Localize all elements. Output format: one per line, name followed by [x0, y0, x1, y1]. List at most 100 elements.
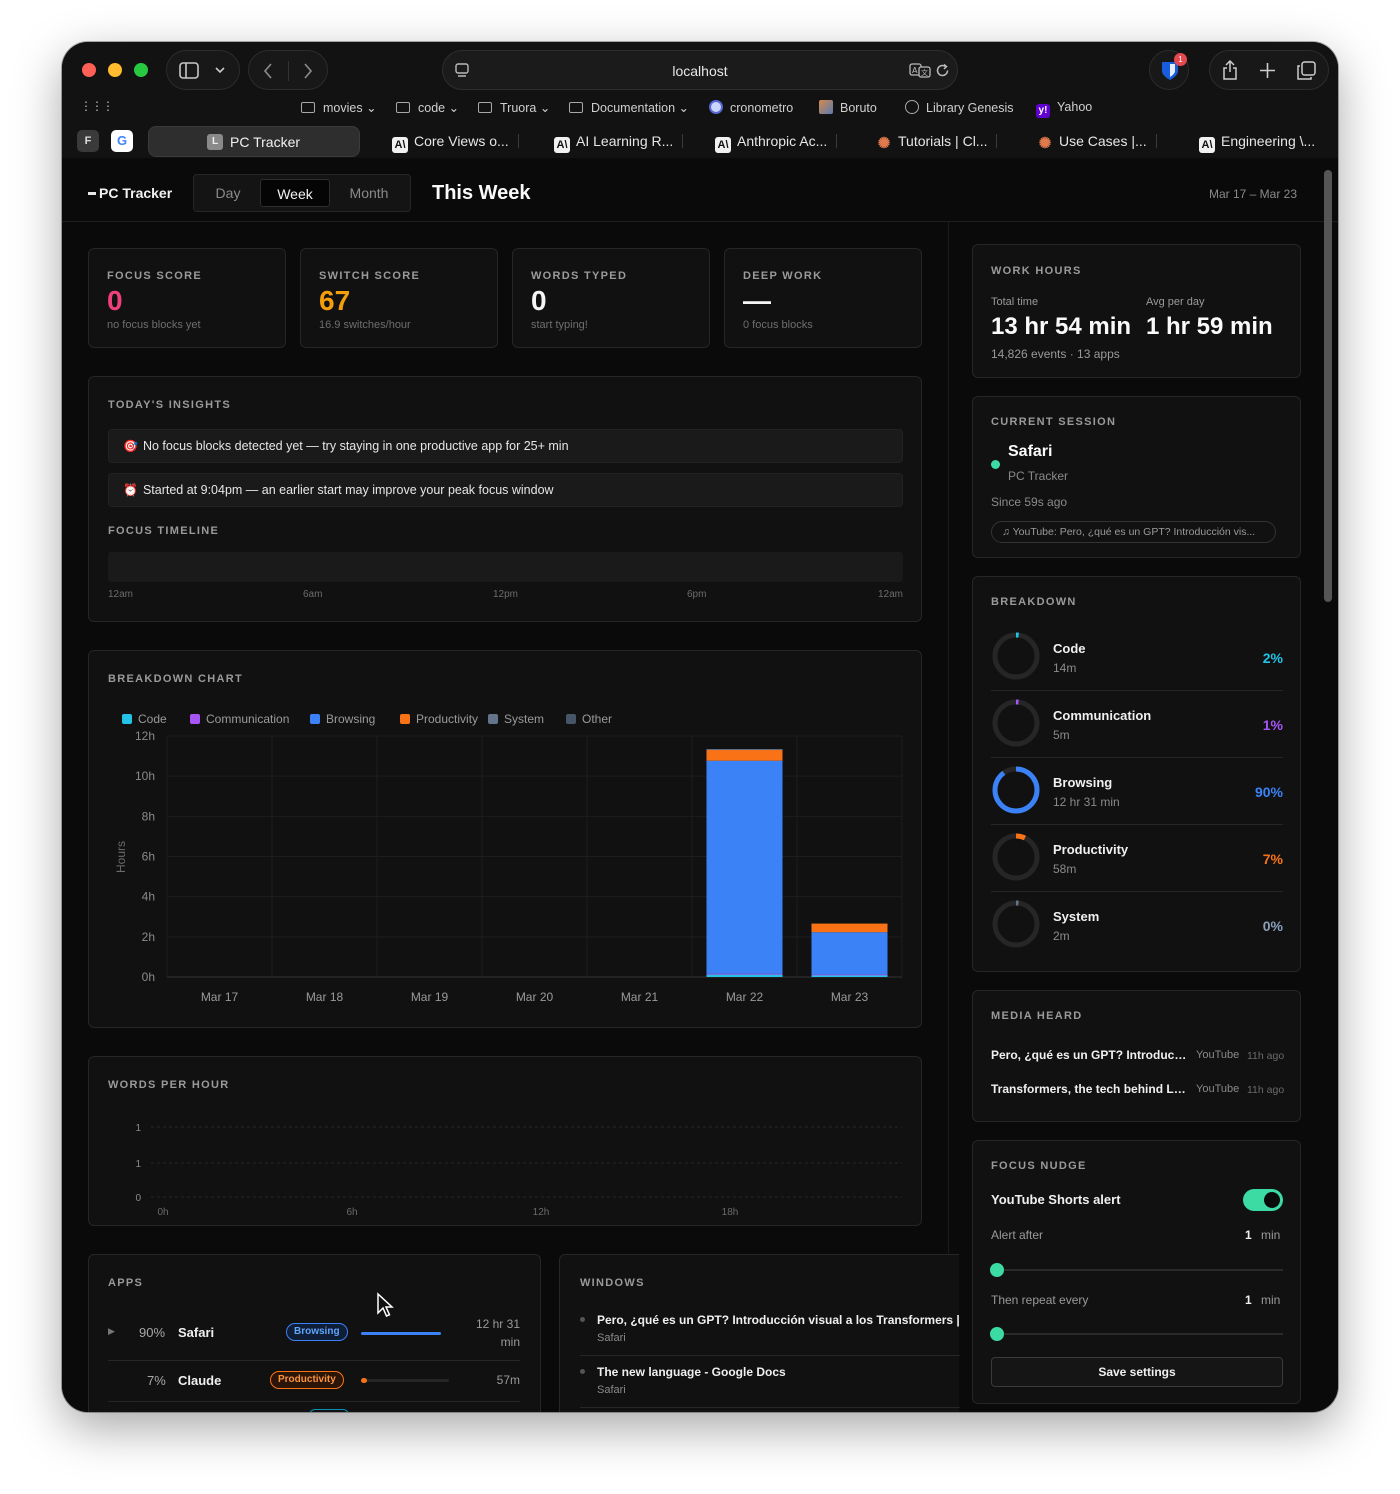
chevron-down-icon[interactable] [215, 66, 225, 74]
x-tick-label: Mar 20 [516, 990, 554, 1004]
bookmark-documentation[interactable]: Documentation ⌄ [569, 100, 689, 115]
timeline-tick: 6am [303, 589, 323, 600]
bar-segment-productivity [811, 923, 888, 933]
window-row[interactable]: The new language - Google Docs Safari [580, 1365, 960, 1405]
tab-use-cases[interactable]: ✺ Use Cases |... [1037, 126, 1157, 156]
window-app: Safari [597, 1332, 626, 1344]
window-app: Safari [597, 1384, 626, 1396]
repeat-every-slider[interactable] [990, 1327, 1283, 1341]
tab-tutorials[interactable]: ✺ Tutorials | Cl... [876, 126, 998, 156]
forward-icon[interactable] [303, 63, 313, 79]
zoom-window-button[interactable] [134, 63, 148, 77]
legend-label: System [504, 712, 544, 726]
legend-swatch [310, 714, 320, 724]
category-name: System [1053, 909, 1100, 924]
bookmark-library-genesis[interactable]: Library Genesis [905, 100, 1014, 115]
shorts-alert-toggle[interactable] [1243, 1189, 1283, 1211]
close-window-button[interactable] [82, 63, 96, 77]
y-axis-label: Hours [114, 841, 128, 873]
sidebar-icon[interactable] [179, 62, 199, 79]
breakdown-row-browsing[interactable]: Browsing 12 hr 31 min 90% [991, 763, 1283, 819]
save-settings-button[interactable]: Save settings [991, 1357, 1283, 1387]
pinned-tab-f[interactable]: F [77, 130, 99, 152]
breakdown-row-communication[interactable]: Communication 5m 1% [991, 696, 1283, 752]
session-app: Safari [1008, 443, 1053, 460]
tab-ai-learning[interactable]: A\ AI Learning R... [554, 126, 684, 156]
bookmark-yahoo[interactable]: y! Yahoo [1036, 100, 1092, 118]
period-month[interactable]: Month [334, 179, 404, 207]
media-title[interactable]: Transformers, the tech behind LLMs [991, 1082, 1191, 1096]
alert-after-slider[interactable] [990, 1263, 1283, 1277]
bookmark-truora[interactable]: Truora ⌄ [478, 100, 550, 115]
breakdown-row-system[interactable]: System 2m 0% [991, 897, 1283, 953]
bookmark-boruto[interactable]: Boruto [819, 100, 877, 115]
minimize-window-button[interactable] [108, 63, 122, 77]
app-row-claude[interactable]: 7% Claude Productivity 57m [108, 1363, 520, 1399]
x-tick-label: 0h [157, 1207, 168, 1218]
period-day[interactable]: Day [200, 179, 256, 207]
media-ago: 11h ago [1247, 1084, 1285, 1096]
tab-pc-tracker[interactable]: L PC Tracker [148, 126, 360, 157]
x-tick-label: Mar 23 [831, 990, 869, 1004]
back-icon[interactable] [263, 63, 273, 79]
media-source: YouTube [1196, 1083, 1240, 1095]
bookmark-label: Truora [500, 101, 537, 115]
y-tick-label: 10h [135, 769, 155, 783]
browser-toolbar: localhost A文 1 ⋮⋮⋮ movies ⌄ code ⌄ Truor… [62, 42, 1338, 158]
app-brand[interactable]: PC Tracker [88, 185, 172, 201]
grid-icon[interactable]: ⋮⋮⋮ [80, 100, 114, 112]
address-bar[interactable]: localhost A文 [442, 50, 958, 90]
tab-anthropic[interactable]: A\ Anthropic Ac... [715, 126, 838, 156]
period-week[interactable]: Week [260, 179, 330, 207]
category-ring-gauge [992, 699, 1040, 747]
bitwarden-extension[interactable]: 1 [1149, 50, 1189, 90]
focus-timeline-track [108, 552, 903, 582]
mouse-cursor-icon [377, 1292, 394, 1317]
slider-knob[interactable] [990, 1263, 1004, 1277]
words-per-hour-title: WORDS PER HOUR [108, 1079, 230, 1091]
share-icon[interactable] [1222, 60, 1238, 80]
bookmark-label: Documentation [591, 101, 676, 115]
legend-label: Productivity [416, 712, 478, 726]
new-tab-icon[interactable] [1259, 62, 1276, 79]
work-hours-sub: 14,826 events · 13 apps [991, 347, 1120, 361]
breakdown-row-code[interactable]: Code 14m 2% [991, 629, 1283, 685]
url-text: localhost [672, 63, 728, 79]
extension-badge: 1 [1174, 53, 1187, 66]
tab-overview-icon[interactable] [1297, 61, 1316, 80]
focus-nudge-card: FOCUS NUDGE YouTube Shorts alert Alert a… [972, 1140, 1301, 1404]
stat-sub: no focus blocks yet [107, 319, 201, 331]
legend-label: Communication [206, 712, 289, 726]
timeline-tick: 12am [108, 589, 134, 600]
tab-label: PC Tracker [230, 134, 301, 150]
sidebar-toggle-group[interactable] [166, 50, 240, 90]
page-scrollbar[interactable] [1324, 170, 1332, 602]
bookmark-movies[interactable]: movies ⌄ [301, 100, 377, 115]
legend-swatch [190, 714, 200, 724]
breakdown-title: BREAKDOWN [991, 596, 1077, 608]
breakdown-bar-chart: Code Communication Browsing Productivity Sys… [114, 712, 903, 1004]
tab-engineering[interactable]: A\ Engineering \... [1199, 126, 1315, 156]
expand-icon[interactable]: ▶ [108, 1326, 115, 1337]
app-pct: 90% [139, 1325, 166, 1340]
tab-core-views[interactable]: A\ Core Views o... [392, 126, 519, 156]
media-title[interactable]: Pero, ¿qué es un GPT? Introducción visua… [991, 1048, 1191, 1062]
bookmark-cronometro[interactable]: cronometro [709, 100, 793, 115]
stat-label: FOCUS SCORE [107, 270, 202, 282]
total-time-value: 13 hr 54 min [991, 313, 1132, 340]
reload-icon[interactable] [935, 63, 950, 78]
app-row-safari[interactable]: ▶ 90% Safari Browsing 12 hr 31 min [108, 1313, 520, 1359]
work-hours-card: WORK HOURS Total time 13 hr 54 min Avg p… [972, 244, 1301, 378]
breakdown-row-productivity[interactable]: Productivity 58m 7% [991, 830, 1283, 886]
pinned-tab-google[interactable]: G [111, 130, 133, 152]
apps-title: APPS [108, 1277, 144, 1289]
yahoo-icon: y! [1036, 104, 1050, 118]
window-actions-group [1209, 50, 1329, 90]
bar-segment-productivity [706, 749, 783, 761]
bookmark-code[interactable]: code ⌄ [396, 100, 459, 115]
bar-segment-browsing [811, 932, 888, 975]
translate-icon[interactable]: A文 [909, 63, 931, 78]
y-tick-label: 8h [142, 809, 155, 823]
window-row[interactable]: Pero, ¿qué es un GPT? Introducción visua… [580, 1313, 960, 1353]
slider-knob[interactable] [990, 1327, 1004, 1341]
